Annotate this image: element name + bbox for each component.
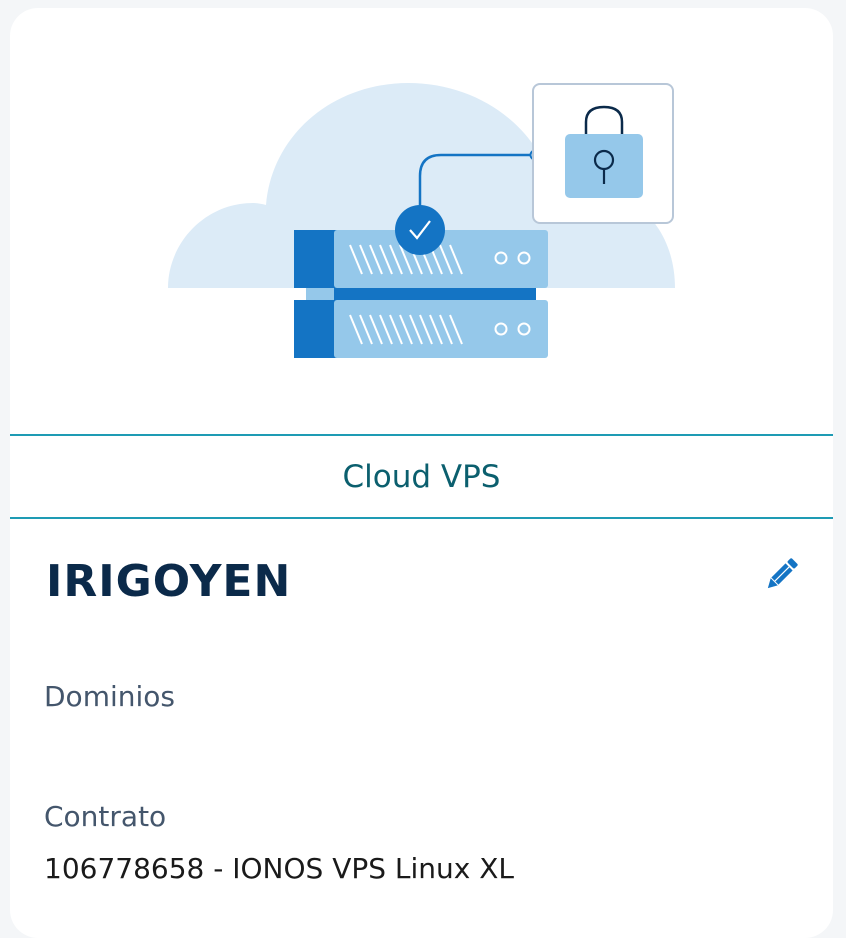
product-type-label: Cloud VPS [342, 458, 501, 495]
cloud-server-lock-illustration [168, 83, 675, 358]
edit-name-button[interactable] [762, 554, 802, 594]
pencil-icon [767, 558, 798, 589]
contract-value: 106778658 - IONOS VPS Linux XL [44, 852, 515, 885]
contract-label: Contrato [44, 800, 167, 833]
domains-label: Dominios [44, 680, 175, 713]
lock-icon [532, 83, 674, 224]
divider [10, 517, 833, 519]
check-badge-icon [395, 205, 445, 255]
server-illustration [10, 8, 833, 434]
server-card: Cloud VPS IRIGOYEN Dominios Contrato 106… [10, 8, 833, 938]
server-name-title: IRIGOYEN [46, 556, 292, 607]
